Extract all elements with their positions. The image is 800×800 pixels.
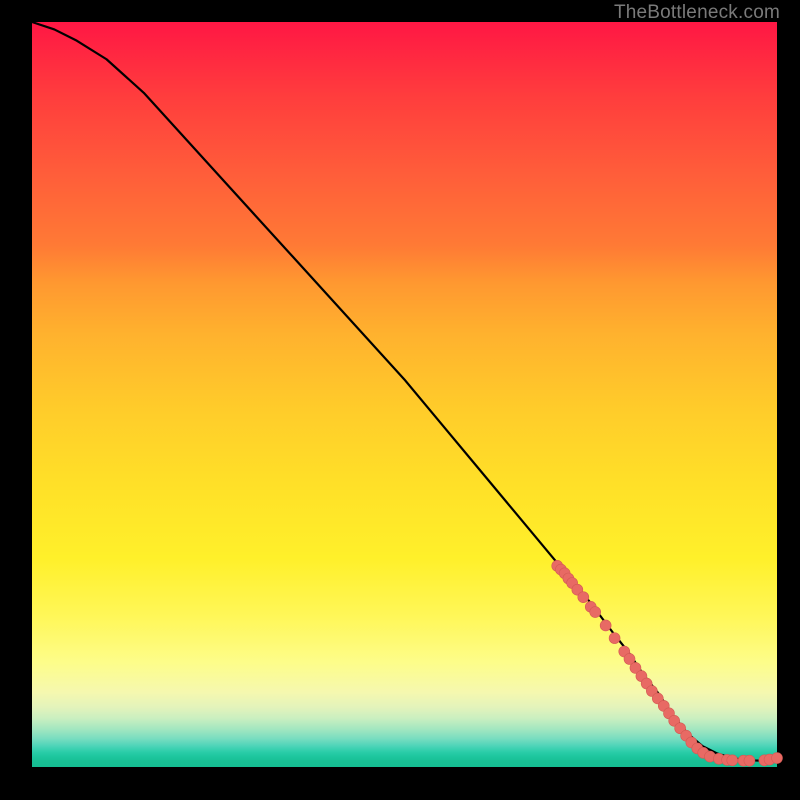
data-marker xyxy=(578,592,589,603)
chart-stage: TheBottleneck.com xyxy=(0,0,800,800)
bottleneck-curve xyxy=(32,22,777,761)
data-marker xyxy=(744,755,755,766)
data-marker xyxy=(600,620,611,631)
data-marker xyxy=(772,753,783,764)
data-marker xyxy=(727,755,738,766)
attribution-text: TheBottleneck.com xyxy=(614,2,780,24)
data-marker xyxy=(590,607,601,618)
chart-svg xyxy=(32,22,777,767)
data-marker xyxy=(609,633,620,644)
curve-markers xyxy=(552,560,783,766)
